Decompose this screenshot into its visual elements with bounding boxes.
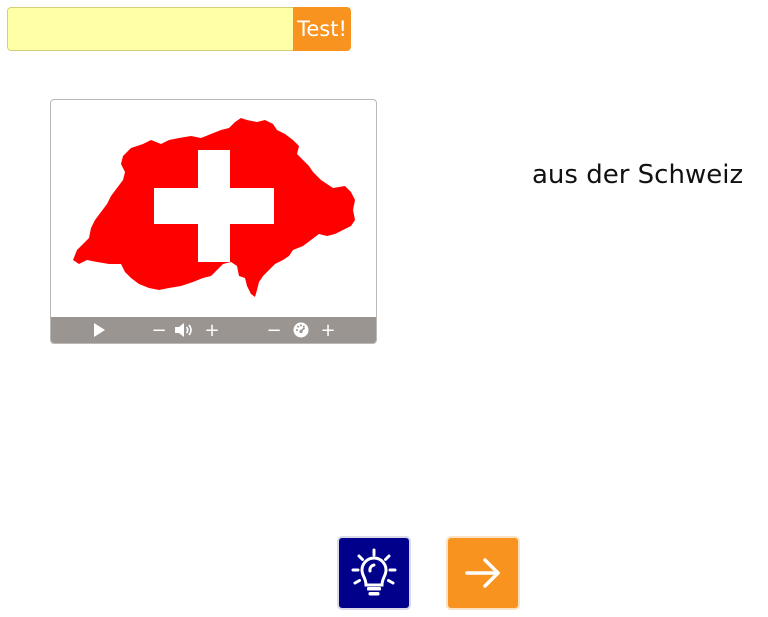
lightbulb-icon (351, 548, 397, 596)
next-button[interactable] (446, 536, 520, 610)
answer-bar: Test! (7, 7, 351, 51)
flag-cross-horizontal (154, 188, 274, 224)
arrow-right-icon (465, 558, 500, 588)
play-icon[interactable] (89, 317, 109, 343)
volume-up-button[interactable]: + (203, 317, 221, 343)
exercise-stage: Test! − + − + aus der Schweiz (0, 0, 768, 617)
prompt-text: aus der Schweiz (532, 160, 744, 190)
volume-down-button[interactable]: − (150, 317, 168, 343)
media-player: − + − + (50, 99, 377, 344)
test-button[interactable]: Test! (293, 7, 351, 51)
switzerland-flag-map (73, 118, 355, 297)
speed-up-button[interactable]: + (319, 317, 337, 343)
speed-down-button[interactable]: − (265, 317, 283, 343)
speaker-icon (173, 317, 197, 343)
hint-button[interactable] (337, 536, 411, 610)
media-controls: − + − + (51, 317, 376, 343)
speedometer-icon (291, 317, 311, 343)
answer-input[interactable] (7, 7, 293, 51)
